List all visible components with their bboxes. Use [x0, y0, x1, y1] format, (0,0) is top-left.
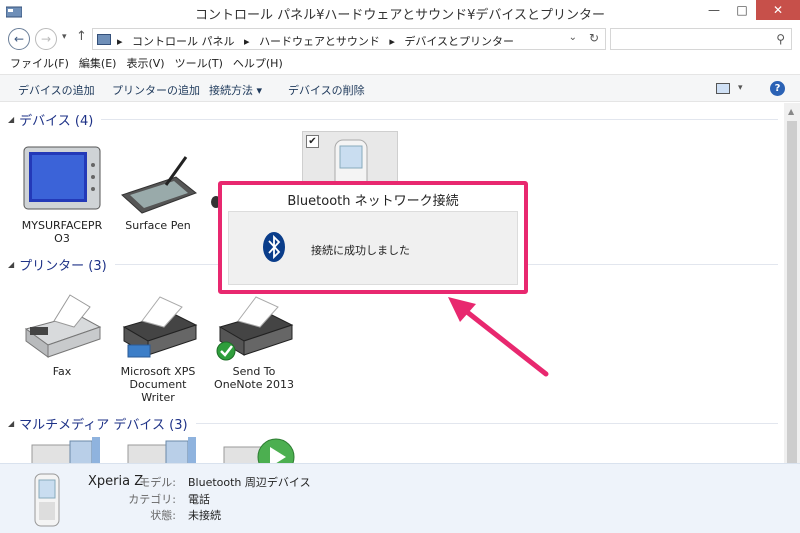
- device-label: O3: [54, 232, 70, 245]
- popup-message: 接続に成功しました: [311, 244, 410, 257]
- breadcrumb-devices-printers[interactable]: デバイスとプリンター: [404, 35, 514, 48]
- group-header-devices[interactable]: ◢ デバイス (4): [8, 110, 778, 129]
- category-label: カテゴリ:: [128, 493, 176, 506]
- connect-via-button[interactable]: 接続方法 ▾: [209, 82, 262, 98]
- pen-tablet-icon: [121, 156, 198, 214]
- breadcrumb-separator: ▸: [117, 35, 123, 48]
- printer-icon: [216, 296, 294, 361]
- model-value: Bluetooth 周辺デバイス: [188, 476, 311, 489]
- group-title: マルチメディア デバイス (3): [19, 417, 188, 433]
- printer-item-fax[interactable]: Fax: [16, 293, 108, 378]
- device-item-mysurfacepro3[interactable]: MYSURFACEPR O3: [16, 143, 108, 245]
- scroll-up-icon[interactable]: ▲: [788, 107, 794, 116]
- printer-label: OneNote 2013: [214, 378, 294, 391]
- navigation-bar: ← → ▾ ↑ ▸ コントロール パネル ▸ ハードウェアとサウンド ▸ デバイ…: [0, 25, 800, 53]
- close-button[interactable]: ✕: [756, 0, 800, 20]
- menu-view[interactable]: 表示(V): [126, 55, 164, 73]
- menu-edit[interactable]: 編集(E): [79, 55, 117, 73]
- remove-device-button[interactable]: デバイスの削除: [288, 82, 365, 98]
- media-device-icon: [127, 437, 196, 463]
- popup-title: Bluetooth ネットワーク接続: [287, 194, 459, 209]
- breadcrumb-control-panel[interactable]: コントロール パネル: [132, 35, 235, 48]
- recent-locations-dropdown[interactable]: ▾: [62, 32, 67, 42]
- device-label: Surface Pen: [125, 219, 191, 232]
- breadcrumb-hardware-sound[interactable]: ハードウェアとサウンド: [259, 35, 380, 48]
- tablet-icon: [23, 146, 101, 210]
- model-label: モデル:: [139, 476, 176, 489]
- menu-bar: ファイル(F) 編集(E) 表示(V) ツール(T) ヘルプ(H): [0, 55, 800, 73]
- command-bar: デバイスの追加 プリンターの追加 接続方法 ▾ デバイスの削除 ▾ ?: [0, 74, 800, 102]
- printer-label: Document: [129, 378, 187, 391]
- popup-body: 接続に成功しました: [228, 211, 518, 285]
- group-divider: [101, 118, 778, 120]
- printer-label: Microsoft XPS: [120, 365, 196, 378]
- bluetooth-icon: [263, 232, 285, 262]
- group-divider: [195, 422, 778, 424]
- collapse-triangle-icon[interactable]: ◢: [8, 115, 14, 124]
- media-device-icon: [31, 437, 100, 463]
- view-options-dropdown[interactable]: ▾: [738, 83, 743, 93]
- printer-icon: [122, 296, 198, 358]
- breadcrumb-separator: ▸: [244, 35, 250, 48]
- window-title: コントロール パネル¥ハードウェアとサウンド¥デバイスとプリンター: [194, 8, 606, 23]
- details-pane: Xperia Z モデル: Bluetooth 周辺デバイス カテゴリ: 電話 …: [0, 463, 800, 533]
- search-icon[interactable]: ⚲: [776, 32, 785, 46]
- menu-help[interactable]: ヘルプ(H): [233, 55, 283, 73]
- group-title: デバイス (4): [19, 113, 94, 129]
- address-bar[interactable]: ▸ コントロール パネル ▸ ハードウェアとサウンド ▸ デバイスとプリンター …: [92, 28, 606, 50]
- printer-label: Send To: [232, 365, 276, 378]
- printer-item-send-to-onenote[interactable]: Send To OneNote 2013: [208, 293, 300, 391]
- maximize-button[interactable]: □: [728, 0, 756, 20]
- breadcrumb-separator: ▸: [389, 35, 395, 48]
- status-value: 未接続: [188, 509, 221, 522]
- phone-icon: [34, 473, 60, 527]
- up-button[interactable]: ↑: [76, 29, 87, 44]
- control-panel-icon: [97, 34, 111, 45]
- help-icon[interactable]: ?: [770, 81, 785, 96]
- forward-button[interactable]: →: [35, 28, 57, 50]
- breadcrumb: ▸ コントロール パネル ▸ ハードウェアとサウンド ▸ デバイスとプリンター: [117, 33, 520, 49]
- printer-label: Fax: [52, 365, 72, 378]
- menu-tools[interactable]: ツール(T): [175, 55, 223, 73]
- printer-label: Writer: [141, 391, 175, 404]
- add-device-button[interactable]: デバイスの追加: [18, 82, 95, 98]
- back-button[interactable]: ←: [8, 28, 30, 50]
- add-printer-button[interactable]: プリンターの追加: [112, 82, 200, 98]
- collapse-triangle-icon[interactable]: ◢: [8, 419, 14, 428]
- status-label: 状態:: [150, 509, 176, 522]
- group-title: プリンター (3): [19, 258, 107, 274]
- vertical-scrollbar[interactable]: ▲: [784, 103, 800, 466]
- fax-icon: [24, 294, 102, 358]
- search-input[interactable]: ⚲: [610, 28, 792, 50]
- media-player-icon: [223, 438, 295, 463]
- view-options-icon[interactable]: [716, 83, 730, 94]
- collapse-triangle-icon[interactable]: ◢: [8, 260, 14, 269]
- title-bar: コントロール パネル¥ハードウェアとサウンド¥デバイスとプリンター — □ ✕: [0, 0, 800, 25]
- selection-checkbox[interactable]: ✔: [306, 135, 319, 148]
- printer-item-xps-writer[interactable]: Microsoft XPS Document Writer: [112, 293, 204, 404]
- address-dropdown-icon[interactable]: ⌄: [569, 32, 577, 43]
- device-item-surface-pen[interactable]: Surface Pen: [112, 155, 204, 232]
- minimize-button[interactable]: —: [700, 0, 728, 20]
- bluetooth-connection-popup: Bluetooth ネットワーク接続 接続に成功しました: [218, 181, 528, 294]
- category-value: 電話: [188, 493, 210, 506]
- menu-file[interactable]: ファイル(F): [10, 55, 69, 73]
- refresh-icon[interactable]: ↻: [589, 31, 599, 45]
- scrollbar-thumb[interactable]: [787, 121, 797, 466]
- device-label: MYSURFACEPR: [21, 219, 103, 232]
- group-header-multimedia[interactable]: ◢ マルチメディア デバイス (3): [8, 414, 778, 433]
